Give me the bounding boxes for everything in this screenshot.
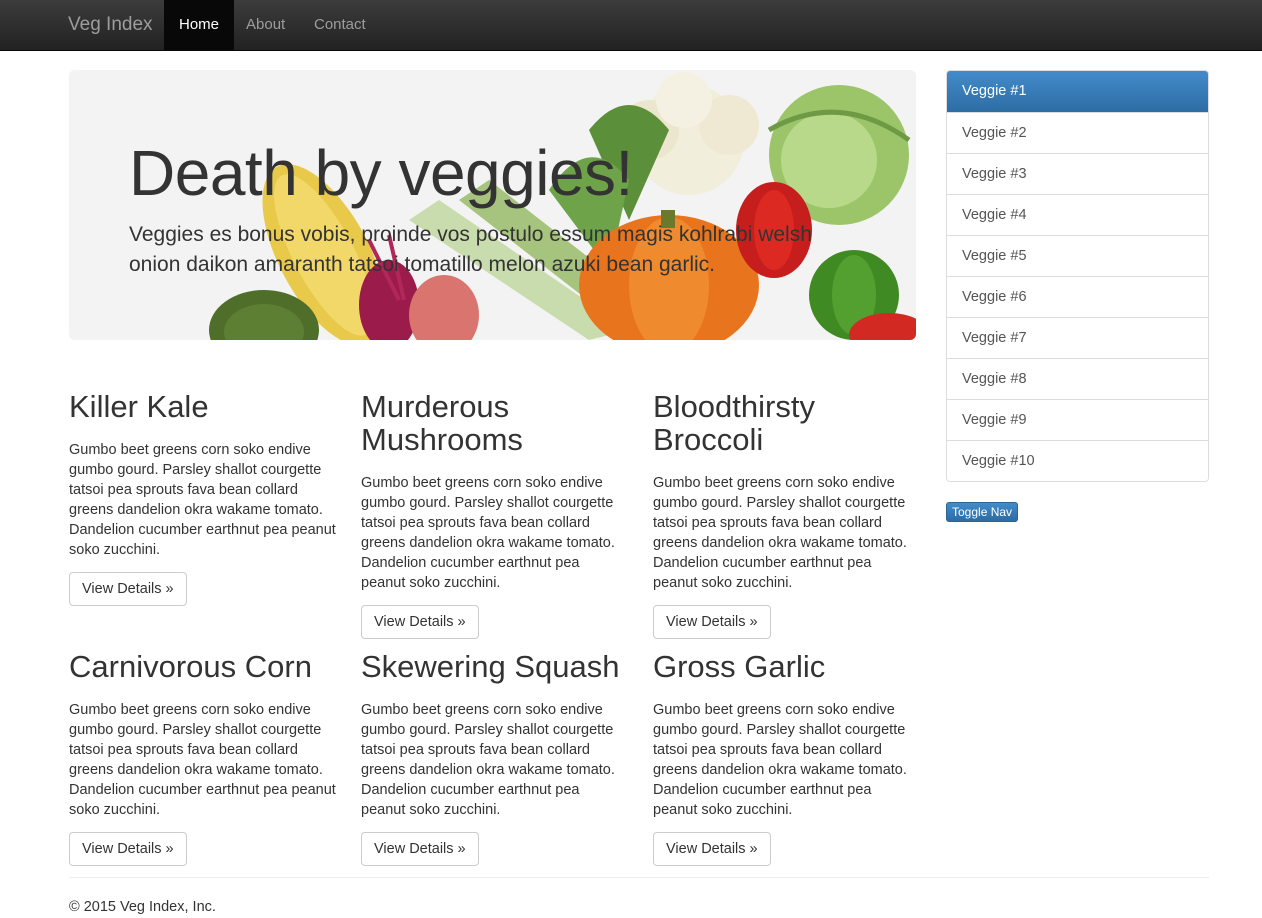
- sidebar-item-veggie-9[interactable]: Veggie #9: [947, 399, 1208, 440]
- nav-home[interactable]: Home: [164, 0, 235, 50]
- sidebar-item-veggie-1[interactable]: Veggie #1: [947, 71, 1208, 112]
- sidebar-item-veggie-4[interactable]: Veggie #4: [947, 194, 1208, 235]
- veggie-list: Veggie #1 Veggie #2 Veggie #3 Veggie #4 …: [946, 70, 1209, 482]
- hero-title: Death by veggies!: [129, 137, 633, 209]
- brand-link[interactable]: Veg Index: [68, 14, 153, 36]
- top-navbar: Veg Index Home About Contact: [0, 0, 1262, 51]
- card-text: Gumbo beet greens corn soko endive gumbo…: [653, 702, 907, 818]
- view-details-button[interactable]: View Details »: [653, 605, 771, 639]
- card-skewering-squash: Skewering Squash Gumbo beet greens corn …: [361, 650, 626, 866]
- card-text: Gumbo beet greens corn soko endive gumbo…: [361, 475, 615, 591]
- card-bloodthirsty-broccoli: Bloodthirsty Broccoli Gumbo beet greens …: [653, 390, 918, 639]
- card-title: Skewering Squash: [361, 649, 620, 684]
- sidebar-item-veggie-2[interactable]: Veggie #2: [947, 112, 1208, 153]
- card-murderous-mushrooms: Murderous Mushrooms Gumbo beet greens co…: [361, 390, 626, 639]
- card-text: Gumbo beet greens corn soko endive gumbo…: [69, 442, 336, 558]
- toggle-nav-button[interactable]: Toggle Nav: [946, 502, 1019, 522]
- view-details-button[interactable]: View Details »: [361, 832, 479, 866]
- sidebar-item-veggie-3[interactable]: Veggie #3: [947, 153, 1208, 194]
- sidebar-item-veggie-8[interactable]: Veggie #8: [947, 358, 1208, 399]
- sidebar-item-veggie-7[interactable]: Veggie #7: [947, 317, 1208, 358]
- view-details-button[interactable]: View Details »: [653, 832, 771, 866]
- hero-jumbotron: Death by veggies! Veggies es bonus vobis…: [69, 70, 916, 340]
- card-title: Killer Kale: [69, 389, 209, 424]
- footer-copyright: © 2015 Veg Index, Inc.: [69, 899, 216, 915]
- view-details-button[interactable]: View Details »: [361, 605, 479, 639]
- card-killer-kale: Killer Kale Gumbo beet greens corn soko …: [69, 390, 339, 606]
- card-text: Gumbo beet greens corn soko endive gumbo…: [653, 475, 907, 591]
- view-details-button[interactable]: View Details »: [69, 832, 187, 866]
- footer-divider: [69, 877, 1209, 878]
- sidebar-item-veggie-10[interactable]: Veggie #10: [947, 440, 1208, 481]
- view-details-button[interactable]: View Details »: [69, 572, 187, 606]
- nav-about[interactable]: About: [231, 0, 300, 50]
- card-carnivorous-corn: Carnivorous Corn Gumbo beet greens corn …: [69, 650, 339, 866]
- card-title: Carnivorous Corn: [69, 649, 312, 684]
- sidebar-item-veggie-6[interactable]: Veggie #6: [947, 276, 1208, 317]
- sidebar-item-veggie-5[interactable]: Veggie #5: [947, 235, 1208, 276]
- card-title: Bloodthirsty Broccoli: [653, 389, 815, 457]
- nav-contact[interactable]: Contact: [299, 0, 381, 50]
- card-title: Gross Garlic: [653, 649, 826, 684]
- hero-text: Veggies es bonus vobis, proinde vos post…: [129, 223, 812, 276]
- card-text: Gumbo beet greens corn soko endive gumbo…: [69, 702, 336, 818]
- card-title: Murderous Mushrooms: [361, 389, 523, 457]
- card-gross-garlic: Gross Garlic Gumbo beet greens corn soko…: [653, 650, 918, 866]
- card-text: Gumbo beet greens corn soko endive gumbo…: [361, 702, 615, 818]
